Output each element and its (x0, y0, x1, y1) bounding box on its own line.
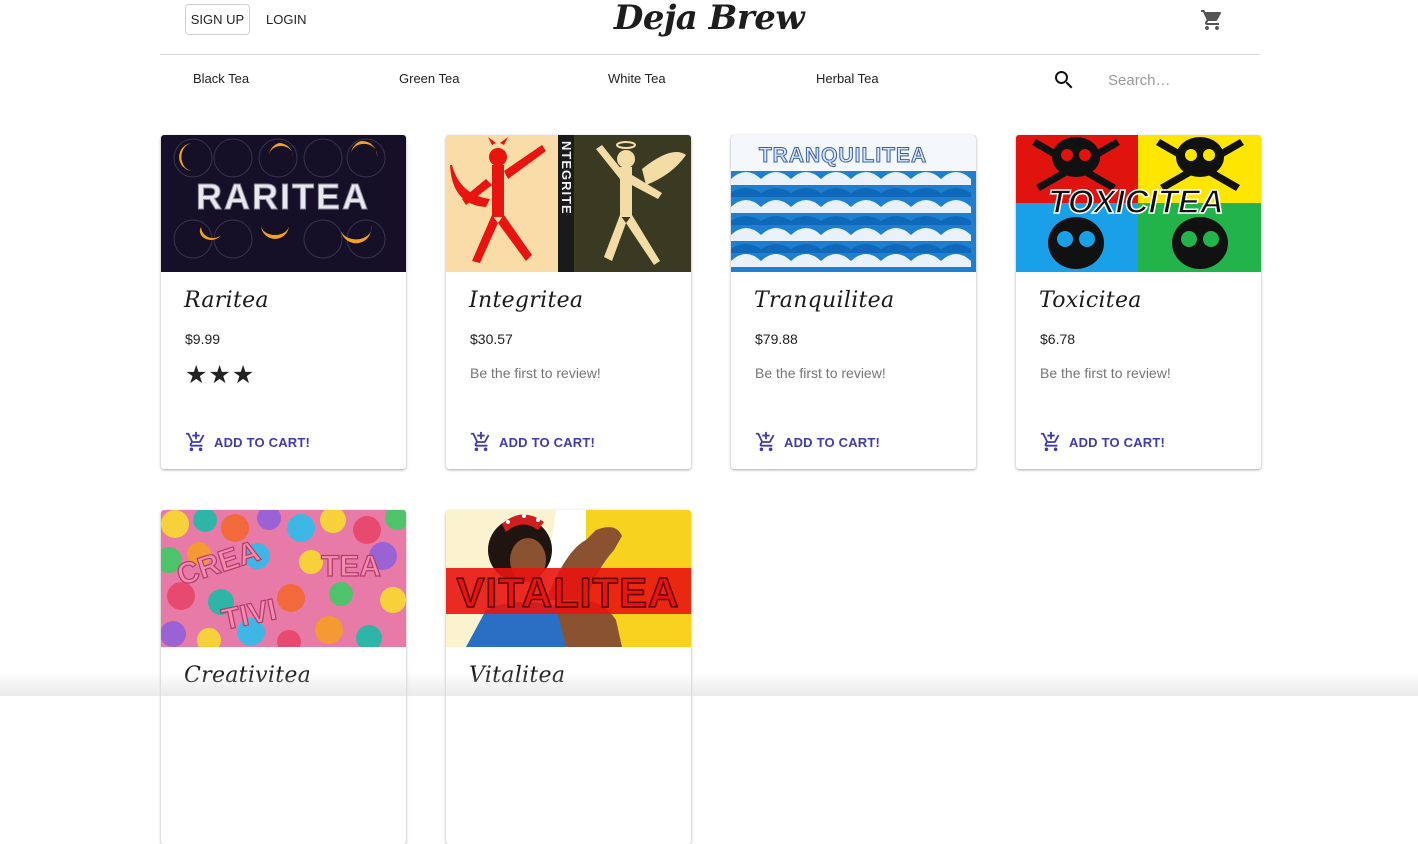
nav-black-tea[interactable]: Black Tea (193, 71, 249, 86)
product-price: $30.57 (470, 331, 513, 347)
product-name[interactable]: Tranquilitea (754, 288, 894, 313)
add-shopping-cart-icon (755, 431, 775, 452)
image-caption: RARITEA (196, 176, 370, 217)
add-to-cart-label: ADD TO CART! (1069, 434, 1166, 450)
product-name[interactable]: Raritea (184, 288, 269, 313)
search-icon[interactable] (1052, 68, 1076, 92)
image-caption: TRANQUILITEA (759, 144, 927, 167)
product-card-raritea[interactable]: RARITEA Raritea $9.99 ★★★ ADD TO CART! (161, 135, 406, 469)
review-prompt: Be the first to review! (755, 365, 886, 381)
product-card-toxicitea[interactable]: TOXICITEA Toxicitea $6.78 Be the first t… (1016, 135, 1261, 469)
nav-white-tea[interactable]: White Tea (608, 71, 666, 86)
product-card-tranquilitea[interactable]: TRANQUILITEA Tranquilitea $79.88 Be the … (731, 135, 976, 469)
product-image[interactable]: TRANQUILITEA (731, 135, 976, 272)
product-image[interactable]: VITALITEA (446, 510, 691, 647)
search-input[interactable] (1108, 68, 1258, 92)
add-shopping-cart-icon (470, 431, 490, 452)
product-image[interactable]: CREA TIVI TEA (161, 510, 406, 647)
add-to-cart-label: ADD TO CART! (214, 434, 311, 450)
add-to-cart-button[interactable]: ADD TO CART! (470, 431, 595, 453)
nav-green-tea[interactable]: Green Tea (399, 71, 459, 86)
bottom-shadow (0, 672, 1418, 696)
product-image[interactable]: TOXICITEA (1016, 135, 1261, 272)
review-prompt: Be the first to review! (470, 365, 601, 381)
product-price: $79.88 (755, 331, 798, 347)
image-caption: NTEGRITE (559, 141, 574, 215)
product-price: $6.78 (1040, 331, 1076, 347)
image-caption: TOXICITEA (1048, 183, 1223, 220)
add-to-cart-label: ADD TO CART! (784, 434, 881, 450)
review-prompt: Be the first to review! (1040, 365, 1171, 381)
nav-herbal-tea[interactable]: Herbal Tea (816, 71, 879, 86)
image-caption: VITALITEA (457, 569, 680, 616)
add-to-cart-label: ADD TO CART! (499, 434, 596, 450)
add-to-cart-button[interactable]: ADD TO CART! (185, 431, 310, 453)
add-shopping-cart-icon (1040, 431, 1060, 452)
add-to-cart-button[interactable]: ADD TO CART! (755, 431, 880, 453)
product-price: $9.99 (185, 331, 221, 347)
product-name[interactable]: Toxicitea (1039, 288, 1142, 313)
product-card-integritea[interactable]: NTEGRITE Integritea $30.57 Be the first … (446, 135, 691, 469)
product-name[interactable]: Integritea (469, 288, 583, 313)
header-divider (160, 54, 1260, 55)
product-image[interactable]: NTEGRITE (446, 135, 691, 272)
add-shopping-cart-icon (185, 431, 205, 452)
shopping-cart-icon[interactable] (1200, 8, 1224, 32)
add-to-cart-button[interactable]: ADD TO CART! (1040, 431, 1165, 453)
rating-stars: ★★★ (185, 361, 256, 389)
image-caption-part: TEA (321, 550, 381, 583)
product-image[interactable]: RARITEA (161, 135, 406, 272)
